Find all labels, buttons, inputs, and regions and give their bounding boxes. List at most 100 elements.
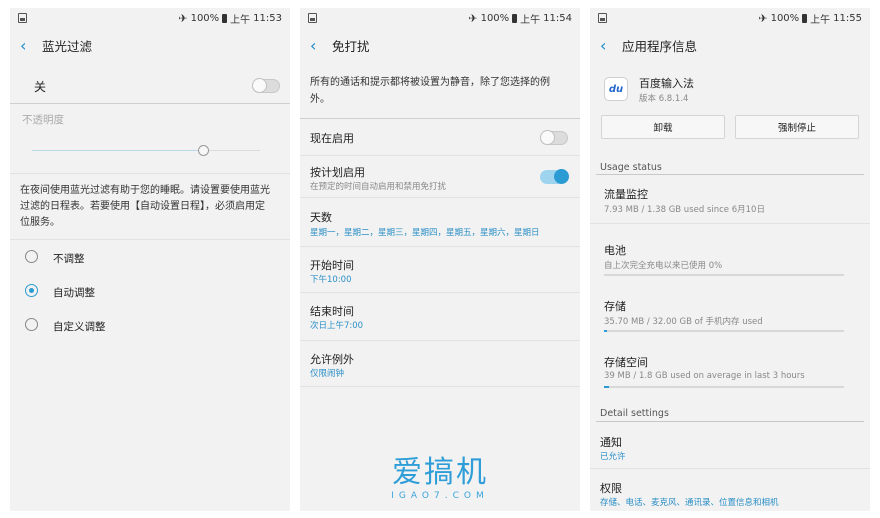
watermark-logo: 爱搞机 IGAO7.COM <box>380 456 500 502</box>
ampm: 上午 <box>810 14 831 26</box>
master-switch-row[interactable]: 关 <box>10 68 290 102</box>
item-label: 存储空间 <box>604 356 648 369</box>
divider <box>10 173 290 174</box>
status-bar: ✈ 100% 上午 11:53 <box>10 8 290 28</box>
radio-button[interactable] <box>25 284 38 297</box>
force-stop-button[interactable]: 强制停止 <box>735 115 859 139</box>
radio-label: 自动调整 <box>53 287 95 299</box>
clock: 11:53 <box>253 12 282 24</box>
back-arrow-icon[interactable]: ‹ <box>20 36 42 55</box>
radio-button[interactable] <box>25 250 38 263</box>
battery-percent: 100% <box>190 12 220 24</box>
slider-thumb[interactable] <box>198 145 209 156</box>
section-divider <box>596 421 864 422</box>
do-not-disturb-screen: ✈ 100% 上午 11:54 ‹ 免打扰 所有的通话和提示都将被设置为静音，除… <box>300 8 580 511</box>
radio-option-custom[interactable]: 自定义调整 <box>10 312 290 342</box>
storage-row[interactable]: 存储 35.70 MB / 32.00 GB of 手机内存 used <box>590 292 870 336</box>
usage-bar-fill <box>604 330 607 332</box>
item-value: 已允许 <box>600 452 626 462</box>
ampm: 上午 <box>230 14 251 26</box>
usage-bar <box>604 274 844 276</box>
scheduled-row[interactable]: 按计划启用 在预定的时间自动启用和禁用免打扰 <box>300 156 580 196</box>
end-time-row[interactable]: 结束时间 次日上午7:00 <box>300 293 580 339</box>
exceptions-label: 允许例外 <box>310 353 354 366</box>
switch-label: 关 <box>34 80 47 94</box>
page-title: 蓝光过滤 <box>42 38 93 54</box>
data-usage-row[interactable]: 流量监控 7.93 MB / 1.38 GB used since 6月10日 <box>590 180 870 224</box>
watermark-sub: IGAO7.COM <box>391 491 489 501</box>
slider-fill <box>32 150 203 151</box>
exceptions-row[interactable]: 允许例外 仅限闹钟 <box>300 341 580 387</box>
permissions-row[interactable]: 权限 存储、电话、麦克风、通讯录、位置信息和相机 <box>590 472 870 511</box>
end-time-label: 结束时间 <box>310 305 354 318</box>
sim-icon <box>598 13 607 23</box>
usage-bar <box>604 330 844 332</box>
start-time-value: 下午10:00 <box>310 275 352 285</box>
scheduled-label: 按计划启用 <box>310 166 365 179</box>
app-icon-text: du <box>608 83 624 95</box>
start-time-row[interactable]: 开始时间 下午10:00 <box>300 247 580 293</box>
battery-row[interactable]: 电池 自上次完全充电以来已使用 0% <box>590 236 870 280</box>
app-bar: ‹ 蓝光过滤 <box>10 28 290 62</box>
description-line: 位服务。 <box>20 217 60 228</box>
app-name: 百度输入法 <box>639 77 694 90</box>
back-arrow-icon[interactable]: ‹ <box>310 36 332 55</box>
end-time-value: 次日上午7:00 <box>310 321 364 331</box>
sim-icon <box>308 13 317 23</box>
app-version: 版本 6.8.1.4 <box>639 94 689 104</box>
turn-on-now-label: 现在启用 <box>310 132 354 145</box>
app-bar: ‹ 应用程序信息 <box>590 28 870 62</box>
master-toggle[interactable] <box>252 78 280 93</box>
radio-option-auto[interactable]: 自动调整 <box>10 278 290 308</box>
page-title: 应用程序信息 <box>622 38 698 54</box>
description: 所有的通话和提示都将被设置为静音，除了您选择的例 外。 <box>310 74 550 108</box>
item-sub: 7.93 MB / 1.38 GB used since 6月10日 <box>604 205 765 215</box>
notifications-row[interactable]: 通知 已允许 <box>590 426 870 466</box>
scheduled-toggle[interactable] <box>540 169 569 184</box>
days-value: 星期一，星期二，星期三，星期四，星期五，星期六，星期日 <box>310 228 540 238</box>
radio-label: 自定义调整 <box>53 321 106 333</box>
battery-icon <box>222 13 228 23</box>
usage-bar-fill <box>604 386 610 388</box>
days-label: 天数 <box>310 211 332 224</box>
exceptions-value: 仅限闹钟 <box>310 369 345 379</box>
sim-icon <box>18 13 27 23</box>
back-arrow-icon[interactable]: ‹ <box>600 36 622 55</box>
divider <box>590 468 870 469</box>
battery-icon <box>512 13 518 23</box>
turn-on-now-row[interactable]: 现在启用 <box>300 120 580 154</box>
radio-option-none[interactable]: 不调整 <box>10 244 290 274</box>
uninstall-button[interactable]: 卸载 <box>601 115 725 139</box>
item-value: 存储、电话、麦克风、通讯录、位置信息和相机 <box>600 498 779 508</box>
battery-percent: 100% <box>480 12 510 24</box>
description-line: 在夜间使用蓝光过滤有助于您的睡眠。请设置要使用蓝光 <box>20 185 270 196</box>
scheduled-sub: 在预定的时间自动启用和禁用免打扰 <box>310 182 447 192</box>
divider <box>590 223 870 224</box>
baidu-input-app-icon: du <box>604 77 628 101</box>
divider <box>10 103 290 104</box>
app-info-screen: ✈ 100% 上午 11:55 ‹ 应用程序信息 du 百度输入法 版本 6.8… <box>590 8 870 511</box>
turn-on-now-toggle[interactable] <box>540 130 568 145</box>
radio-button[interactable] <box>25 318 38 331</box>
usage-section-header: Usage status <box>600 162 662 173</box>
toggle-knob <box>252 78 267 93</box>
status-bar: ✈ 100% 上午 11:55 <box>590 8 870 28</box>
memory-row[interactable]: 存储空间 39 MB / 1.8 GB used on average in l… <box>590 348 870 392</box>
toggle-knob <box>554 169 569 184</box>
divider <box>10 239 290 240</box>
clock: 11:54 <box>543 12 572 24</box>
opacity-slider[interactable] <box>32 145 260 157</box>
divider <box>300 118 580 119</box>
description-line: 外。 <box>310 94 330 105</box>
start-time-label: 开始时间 <box>310 259 354 272</box>
section-divider <box>596 174 864 175</box>
battery-icon <box>802 13 808 23</box>
page-title: 免打扰 <box>332 38 370 54</box>
toggle-knob <box>540 130 555 145</box>
days-row[interactable]: 天数 星期一，星期二，星期三，星期四，星期五，星期六，星期日 <box>300 198 580 246</box>
airplane-icon: ✈ <box>178 11 188 25</box>
battery-percent: 100% <box>770 12 800 24</box>
item-label: 通知 <box>600 436 622 449</box>
description-line: 过滤的日程表。若要使用【自动设置日程】，必须启用定 <box>20 201 265 212</box>
description: 在夜间使用蓝光过滤有助于您的睡眠。请设置要使用蓝光 过滤的日程表。若要使用【自动… <box>20 183 270 231</box>
